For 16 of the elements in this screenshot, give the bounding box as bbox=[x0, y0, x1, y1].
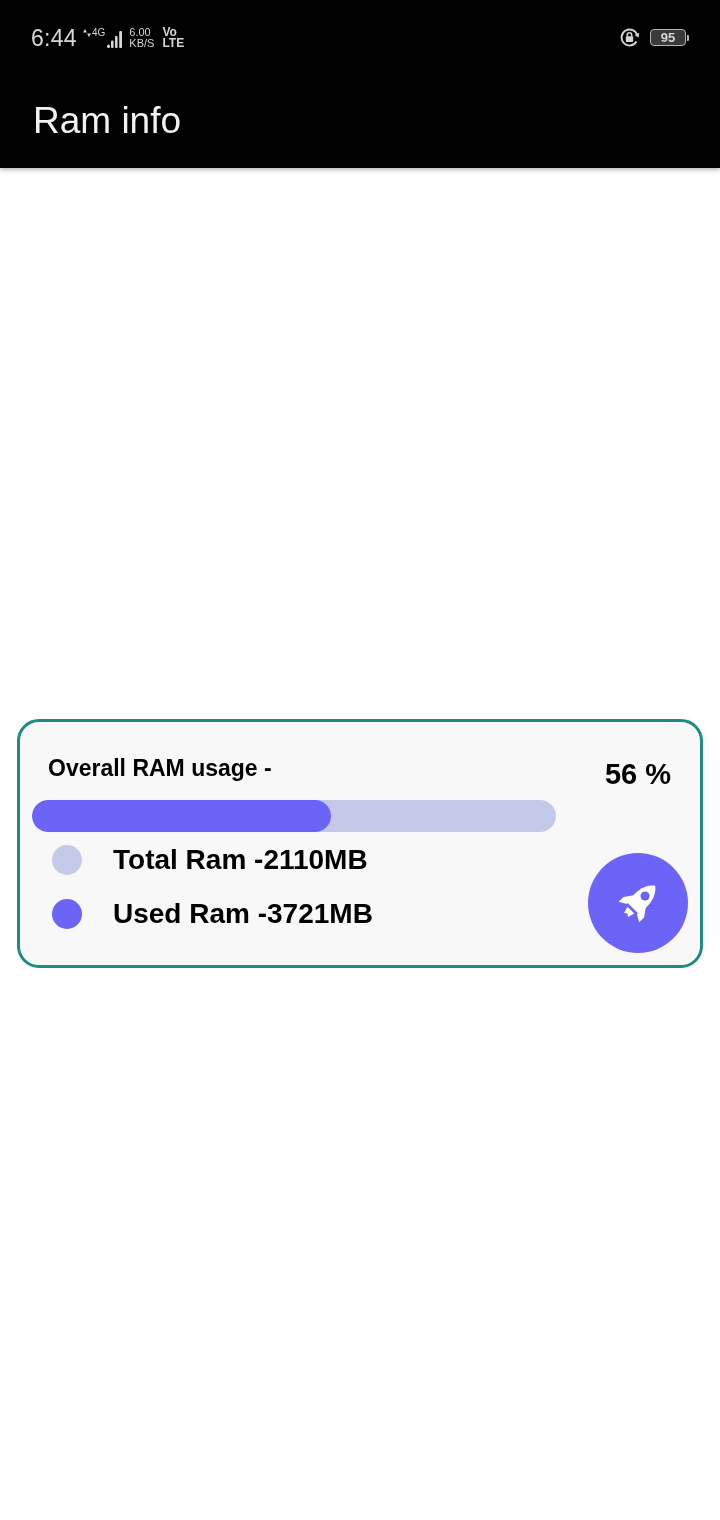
legend-label: Total Ram -2110MB bbox=[113, 843, 368, 877]
signal-icon bbox=[107, 31, 123, 48]
app-title: Ram info bbox=[33, 98, 182, 143]
rocket-icon bbox=[618, 883, 658, 923]
network-type: 4G bbox=[91, 28, 106, 38]
volte-label: LTE bbox=[162, 38, 185, 49]
status-time: 6:44 bbox=[31, 24, 77, 51]
rotation-lock-icon bbox=[619, 27, 640, 48]
card-title: Overall RAM usage - bbox=[48, 754, 273, 782]
usage-percent: 56 % bbox=[604, 757, 671, 791]
battery-indicator: 95 bbox=[650, 29, 686, 46]
network-speed: 6.00 bbox=[129, 27, 152, 38]
volte-label: Vo bbox=[162, 27, 177, 38]
speed-unit: KB/S bbox=[129, 38, 155, 49]
legend-label: Used Ram -3721MB bbox=[113, 897, 373, 931]
data-arrows-icon bbox=[82, 29, 91, 37]
